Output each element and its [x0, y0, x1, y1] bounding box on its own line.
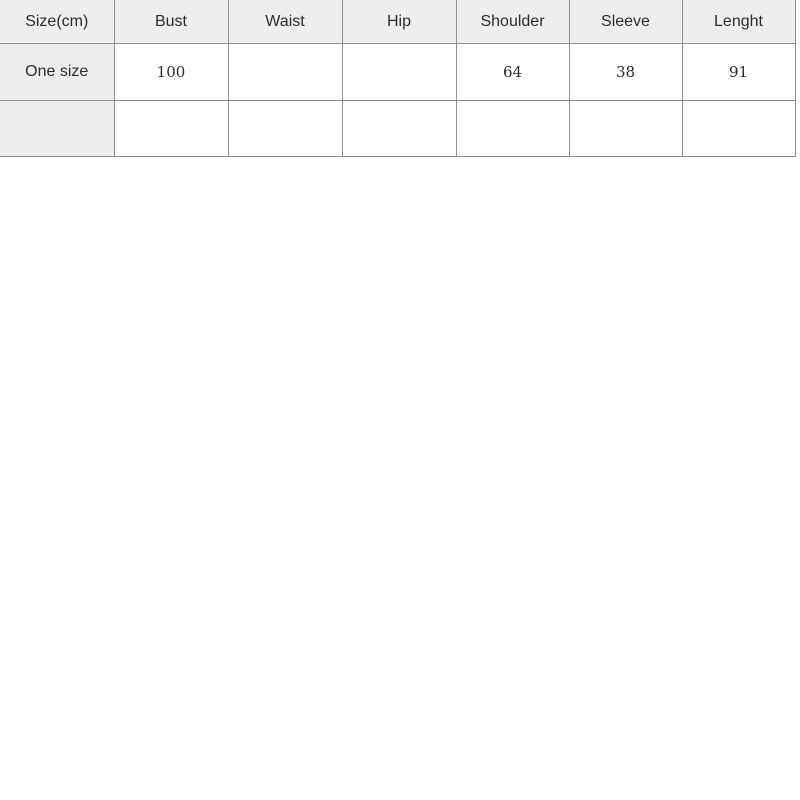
table-row [0, 100, 796, 157]
cell-shoulder-value: 64 [502, 63, 523, 81]
row-label-one-size-text: One size [25, 63, 89, 81]
cell-shoulder: 64 [455, 43, 570, 101]
row-label-empty [0, 100, 115, 157]
cell-lenght-empty [681, 100, 796, 157]
cell-hip-empty [341, 100, 457, 157]
cell-sleeve: 38 [568, 43, 683, 101]
column-header-waist-label: Waist [265, 12, 305, 30]
cell-bust: 100 [113, 43, 229, 101]
cell-shoulder-empty [455, 100, 570, 157]
column-header-size: Size(cm) [0, 0, 115, 44]
cell-sleeve-empty [568, 100, 683, 157]
column-header-waist: Waist [227, 0, 343, 44]
column-header-size-label: Size(cm) [25, 12, 89, 30]
column-header-shoulder-label: Shoulder [480, 12, 545, 30]
column-header-lenght-label: Lenght [714, 12, 763, 30]
column-header-sleeve: Sleeve [568, 0, 683, 44]
column-header-bust: Bust [113, 0, 229, 44]
cell-waist [227, 43, 343, 101]
cell-lenght: 91 [681, 43, 796, 101]
row-label-one-size: One size [0, 43, 115, 101]
cell-hip [341, 43, 457, 101]
cell-lenght-value: 91 [728, 63, 749, 81]
size-chart-table: Size(cm) Bust Waist Hip Shoulder Sleeve [0, 0, 796, 157]
cell-bust-empty [113, 100, 229, 157]
column-header-shoulder: Shoulder [455, 0, 570, 44]
cell-sleeve-value: 38 [615, 63, 636, 81]
cell-waist-empty [227, 100, 343, 157]
column-header-sleeve-label: Sleeve [601, 12, 650, 30]
table-row: One size 100 64 38 91 [0, 43, 796, 101]
column-header-lenght: Lenght [681, 0, 796, 44]
size-chart-container: Size(cm) Bust Waist Hip Shoulder Sleeve [0, 0, 796, 157]
column-header-hip-label: Hip [386, 12, 411, 30]
cell-bust-value: 100 [156, 63, 186, 81]
column-header-hip: Hip [341, 0, 457, 44]
column-header-bust-label: Bust [154, 12, 187, 30]
table-header-row: Size(cm) Bust Waist Hip Shoulder Sleeve [0, 0, 796, 44]
